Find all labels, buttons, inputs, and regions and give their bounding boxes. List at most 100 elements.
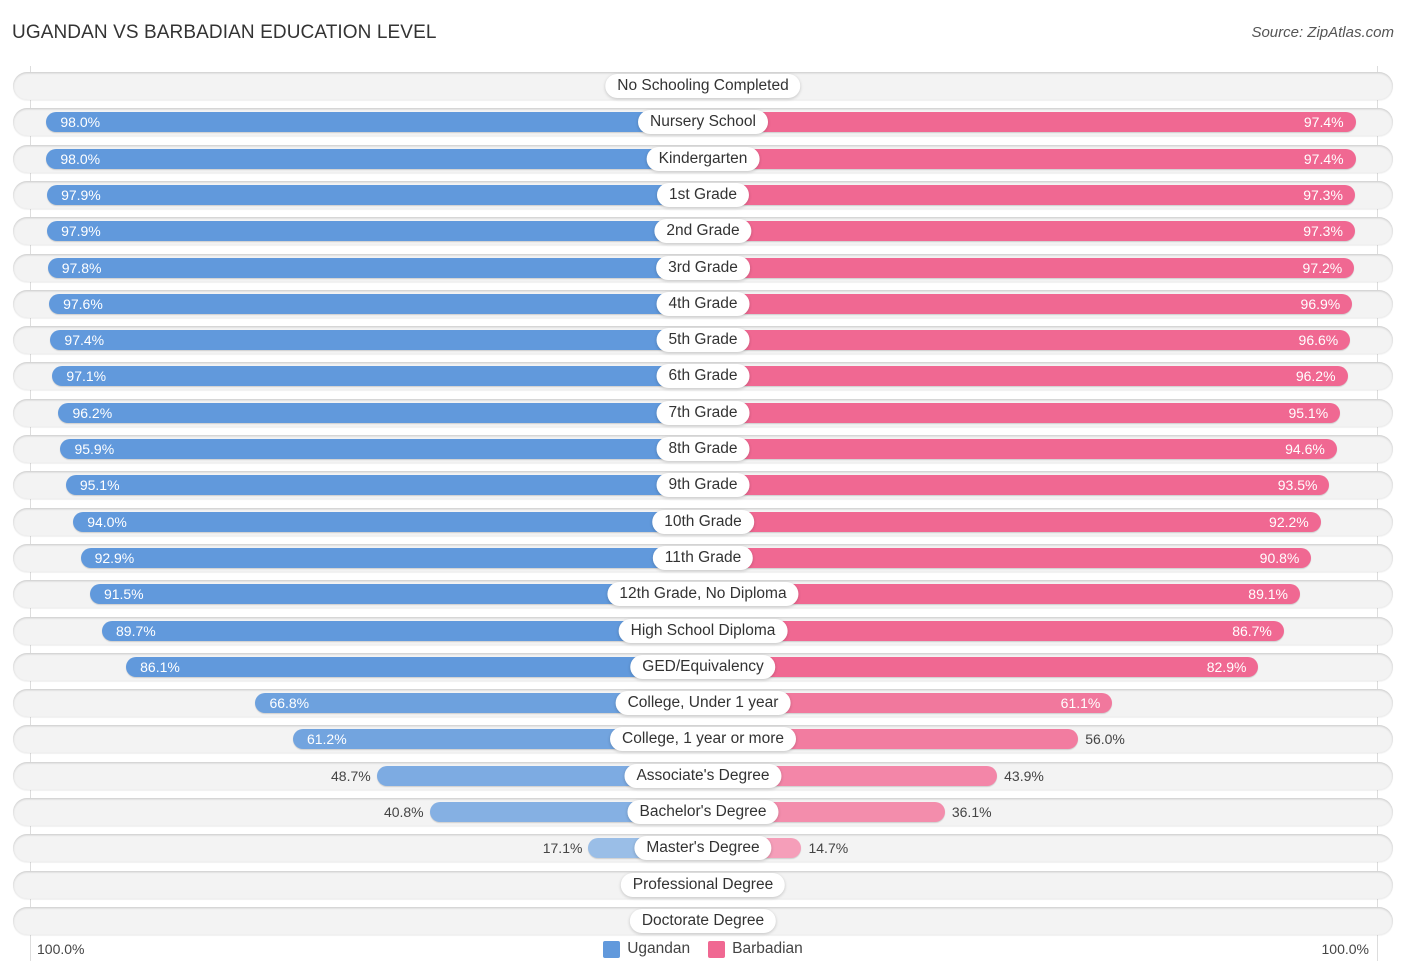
- value-label-barbadian: 56.0%: [1085, 731, 1125, 748]
- legend-label-barbadian: Barbadian: [732, 940, 803, 957]
- bar-ugandan[interactable]: [49, 293, 703, 314]
- value-label-ugandan: 95.1%: [79, 477, 120, 494]
- value-label-barbadian: 94.6%: [1285, 441, 1325, 457]
- bar-barbadian[interactable]: [703, 366, 1348, 387]
- value-label-ugandan: 97.4%: [64, 332, 105, 349]
- bar-barbadian[interactable]: [703, 511, 1321, 532]
- legend-item-ugandan[interactable]: Ugandan: [603, 940, 690, 958]
- value-label-barbadian: 95.1%: [1288, 404, 1329, 421]
- value-label-ugandan: 98.0%: [60, 150, 101, 167]
- category-label: Doctorate Degree: [629, 908, 777, 933]
- bar-ugandan[interactable]: [73, 511, 703, 532]
- value-label-barbadian: 36.1%: [951, 804, 992, 820]
- category-label: High School Diploma: [618, 618, 788, 643]
- category-label: 5th Grade: [656, 328, 750, 353]
- value-label-ugandan: 97.8%: [61, 259, 102, 276]
- category-label: Kindergarten: [646, 146, 760, 171]
- value-label-barbadian: 82.9%: [1206, 658, 1247, 675]
- category-label: 3rd Grade: [656, 255, 750, 280]
- value-label-barbadian: 97.2%: [1302, 259, 1343, 276]
- category-label: 2nd Grade: [654, 219, 752, 244]
- value-label-barbadian: 97.4%: [1303, 114, 1344, 131]
- bar-barbadian[interactable]: [703, 112, 1356, 133]
- bar-ugandan[interactable]: [126, 656, 703, 677]
- bar-ugandan[interactable]: [80, 547, 703, 568]
- bar-ugandan[interactable]: [47, 184, 703, 205]
- category-label: No Schooling Completed: [605, 74, 801, 98]
- bar-barbadian[interactable]: [703, 257, 1355, 278]
- value-label-ugandan: 92.9%: [94, 549, 135, 566]
- value-label-barbadian: 90.8%: [1259, 549, 1300, 566]
- value-label-barbadian: 97.3%: [1303, 186, 1343, 203]
- value-label-barbadian: 43.9%: [1004, 767, 1044, 784]
- bar-ugandan[interactable]: [52, 366, 703, 387]
- bar-barbadian[interactable]: [703, 330, 1351, 351]
- value-label-barbadian: 96.2%: [1295, 368, 1336, 385]
- value-label-ugandan: 97.1%: [66, 368, 107, 385]
- bar-barbadian[interactable]: [703, 221, 1355, 242]
- value-label-ugandan: 86.1%: [140, 658, 180, 675]
- legend-swatch-ugandan: [603, 940, 621, 958]
- value-label-ugandan: 91.5%: [103, 586, 144, 603]
- value-label-ugandan: 66.8%: [269, 695, 310, 712]
- value-label-ugandan: 61.2%: [306, 731, 347, 748]
- value-label-barbadian: 89.1%: [1248, 586, 1288, 603]
- value-label-ugandan: 95.9%: [74, 441, 115, 457]
- bar-ugandan[interactable]: [47, 257, 703, 278]
- bar-ugandan[interactable]: [58, 402, 703, 423]
- category-label: Master's Degree: [634, 836, 772, 861]
- category-label: Bachelor's Degree: [627, 800, 779, 824]
- bar-ugandan[interactable]: [60, 439, 703, 459]
- bar-barbadian[interactable]: [703, 184, 1355, 205]
- bar-barbadian[interactable]: [703, 293, 1353, 314]
- value-label-ugandan: 97.9%: [61, 223, 101, 240]
- legend-item-barbadian[interactable]: Barbadian: [708, 940, 803, 958]
- category-label: 8th Grade: [656, 437, 750, 461]
- category-label: 4th Grade: [656, 291, 750, 316]
- bar-barbadian[interactable]: [703, 402, 1341, 423]
- value-label-ugandan: 89.7%: [116, 622, 156, 639]
- bar-ugandan[interactable]: [46, 148, 703, 169]
- category-label: 12th Grade, No Diploma: [607, 582, 799, 607]
- category-label: College, 1 year or more: [610, 727, 796, 752]
- category-label: Professional Degree: [620, 872, 786, 897]
- bar-ugandan[interactable]: [46, 112, 703, 133]
- value-label-barbadian: 92.2%: [1269, 513, 1309, 530]
- bar-barbadian[interactable]: [703, 620, 1284, 641]
- value-label-ugandan: 96.2%: [72, 404, 113, 421]
- value-label-ugandan: 48.7%: [331, 767, 371, 784]
- category-label: 11th Grade: [652, 545, 754, 570]
- bar-ugandan[interactable]: [65, 475, 703, 496]
- value-label-ugandan: 98.0%: [60, 114, 101, 131]
- category-label: Nursery School: [638, 110, 768, 135]
- category-label: Associate's Degree: [624, 763, 782, 788]
- bar-ugandan[interactable]: [47, 221, 703, 242]
- value-label-ugandan: 17.1%: [542, 840, 583, 857]
- chart-plot-area: 2.0%2.6%No Schooling Completed98.0%97.4%…: [0, 0, 1406, 975]
- bar-ugandan[interactable]: [50, 330, 703, 351]
- value-label-ugandan: 40.8%: [383, 804, 424, 820]
- legend: Ugandan Barbadian: [0, 940, 1406, 958]
- value-label-barbadian: 86.7%: [1232, 622, 1272, 639]
- bar-barbadian[interactable]: [703, 148, 1356, 169]
- value-label-barbadian: 97.4%: [1303, 150, 1344, 167]
- category-label: 7th Grade: [656, 400, 750, 425]
- legend-label-ugandan: Ugandan: [627, 940, 691, 957]
- bar-barbadian[interactable]: [703, 439, 1337, 459]
- value-label-barbadian: 96.6%: [1298, 332, 1339, 349]
- category-label: 10th Grade: [652, 509, 754, 534]
- bar-barbadian[interactable]: [703, 475, 1330, 496]
- legend-swatch-barbadian: [708, 940, 726, 958]
- value-label-barbadian: 96.9%: [1300, 295, 1341, 312]
- bar-barbadian[interactable]: [703, 547, 1312, 568]
- category-label: 1st Grade: [656, 182, 750, 207]
- category-label: 9th Grade: [656, 473, 750, 498]
- value-label-ugandan: 97.9%: [61, 186, 101, 203]
- bar-barbadian[interactable]: [703, 656, 1259, 677]
- category-label: 6th Grade: [656, 364, 750, 389]
- value-label-ugandan: 97.6%: [63, 295, 103, 312]
- value-label-ugandan: 94.0%: [87, 513, 127, 530]
- value-label-barbadian: 61.1%: [1060, 695, 1101, 712]
- bar-ugandan[interactable]: [102, 620, 703, 641]
- value-label-barbadian: 14.7%: [808, 840, 849, 857]
